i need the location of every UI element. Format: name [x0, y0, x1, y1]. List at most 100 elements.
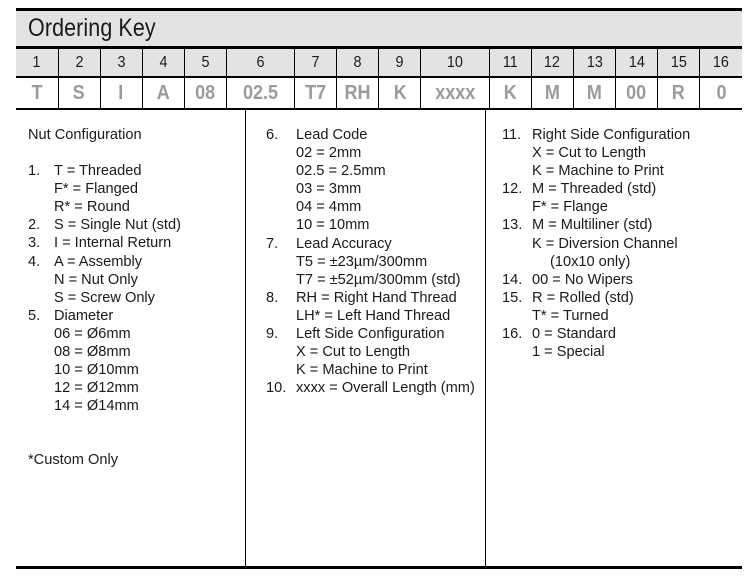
legend-entry-option: X = Cut to Length: [296, 344, 410, 361]
left-column-heading: Nut Configuration: [28, 127, 142, 143]
right-entry-list: 11. Right Side Configuration X = Cut to Le…: [502, 126, 738, 361]
code-value-cell-3: I: [99, 77, 143, 110]
position-cell-16: 16: [699, 49, 742, 78]
legend-entry-number: 7.: [266, 235, 279, 252]
legend-entry: 15. R = Rolled (std): [502, 289, 738, 307]
legend-entry-option: 10 = 10mm: [296, 217, 370, 234]
code-value-cell-12: M: [530, 77, 574, 110]
legend-entry-option: F* = Flanged: [54, 181, 138, 198]
legend-columns: Nut Configuration 1. T = Threaded F* = Fla…: [16, 110, 742, 569]
legend-entry-option: 02 = 2mm: [296, 145, 362, 162]
legend-entry: 5. Diameter: [28, 307, 241, 325]
position-label: 13: [586, 53, 603, 71]
legend-entry-text: Lead Accuracy: [296, 235, 392, 252]
position-cell-6: 6: [225, 49, 296, 78]
legend-entry-number: 15.: [502, 289, 523, 306]
legend-column-left: Nut Configuration 1. T = Threaded F* = Fla…: [16, 110, 245, 566]
position-cell-11: 11: [488, 49, 532, 78]
position-label: 15: [670, 53, 687, 71]
position-cell-9: 9: [378, 49, 422, 78]
position-label: 2: [75, 53, 84, 71]
legend-entry-option: 02.5 = 2.5mm: [296, 163, 386, 180]
middle-entry-list: 6. Lead Code 02 = 2mm 02.5 = 2.5mm 03 = 3mm 0…: [266, 126, 481, 397]
code-value-cell-11: K: [488, 77, 532, 110]
position-label: 12: [544, 53, 561, 71]
position-label: 5: [201, 53, 210, 71]
legend-entry-option: 04 = 4mm: [296, 199, 362, 216]
legend-entry-text: Lead Code: [296, 127, 368, 143]
legend-entry-text: Right Side Configuration: [532, 127, 691, 143]
position-cell-12: 12: [530, 49, 574, 78]
position-cell-3: 3: [99, 49, 143, 78]
position-label: 16: [713, 53, 730, 71]
legend-entry-text: S = Single Nut (std): [54, 217, 181, 234]
legend-entry-option: 06 = Ø6mm: [54, 325, 131, 342]
position-cell-10: 10: [420, 49, 490, 78]
legend-entry-option: R* = Round: [54, 199, 130, 216]
legend-entry-text: 00 = No Wipers: [532, 271, 633, 288]
legend-entry-option: F* = Flange: [532, 199, 608, 216]
code-value: 00: [626, 81, 647, 104]
legend-entry-option: S = Screw Only: [54, 289, 155, 306]
ordering-code-table: 1 2 3 4 5 6 7 8 9 10 11 12 13 14 15 16 T S I A 08 02.5 T7 RH Kx…: [16, 49, 742, 110]
legend-entry-text: M = Threaded (std): [532, 181, 657, 198]
legend-entry-number: 8.: [266, 289, 279, 306]
legend-entry-text: 0 = Standard: [532, 326, 616, 343]
left-entry-list: 1. T = Threaded F* = Flanged R* = Round 2. S …: [28, 162, 241, 415]
code-value-cell-15: R: [657, 77, 701, 110]
legend-entry-option: 08 = Ø8mm: [54, 344, 131, 361]
code-value-cell-10: xxxx: [420, 77, 490, 110]
legend-entry-number: 3.: [28, 235, 41, 252]
position-label: 6: [256, 53, 265, 71]
code-value: A: [156, 81, 170, 104]
position-cell-2: 2: [57, 49, 101, 78]
code-value: S: [73, 81, 86, 104]
code-value-cell-4: A: [141, 77, 185, 110]
legend-entry: 11. Right Side Configuration: [502, 126, 738, 144]
code-value: K: [503, 81, 517, 104]
position-cell-8: 8: [336, 49, 380, 78]
position-cell-5: 5: [183, 49, 227, 78]
legend-column-right: 11. Right Side Configuration X = Cut to Le…: [485, 110, 742, 566]
position-cell-15: 15: [657, 49, 701, 78]
position-label: 3: [117, 53, 126, 71]
legend-entry-text: R = Rolled (std): [532, 289, 634, 306]
legend-entry-text: Diameter: [54, 307, 114, 324]
code-value-cell-8: RH: [336, 77, 380, 110]
code-value-cell-9: K: [378, 77, 422, 110]
legend-entry-number: 16.: [502, 326, 523, 343]
legend-entry-text: T = Threaded: [54, 163, 142, 180]
legend-entry: 1. T = Threaded: [28, 162, 241, 180]
legend-entry-number: 12.: [502, 181, 523, 198]
legend-entry-option: T7 = ±52µm/300mm (std): [296, 271, 461, 288]
code-value-cell-7: T7: [294, 77, 338, 110]
code-value-cell-5: 08: [183, 77, 227, 110]
legend-entry-number: 14.: [502, 271, 523, 288]
position-label: 8: [353, 53, 362, 71]
legend-entry-number: 2.: [28, 217, 41, 234]
legend-entry: 14. 00 = No Wipers: [502, 271, 738, 289]
legend-entry: 12. M = Threaded (std): [502, 180, 738, 198]
code-value: RH: [344, 81, 371, 104]
legend-entry: 3. I = Internal Return: [28, 234, 241, 252]
code-value: 0: [716, 81, 727, 104]
code-value: 02.5: [243, 81, 279, 104]
legend-entry-number: 10.: [266, 380, 287, 397]
legend-entry-text: M = Multiliner (std): [532, 217, 653, 234]
position-label: 1: [32, 53, 41, 71]
legend-entry-number: 1.: [28, 163, 41, 180]
legend-entry-text: Left Side Configuration: [296, 326, 445, 343]
code-value: 08: [195, 81, 216, 104]
legend-entry-option: K = Machine to Print: [296, 362, 428, 379]
example-code-row: T S I A 08 02.5 T7 RH Kxxxx K M M 00 R 0: [16, 77, 742, 110]
legend-entry: 7. Lead Accuracy: [266, 235, 481, 253]
legend-entry-number: 5.: [28, 307, 41, 324]
legend-entry: 4. A = Assembly: [28, 253, 241, 271]
legend-entry-option: K = Diversion Channel: [532, 235, 678, 252]
position-label: 10: [447, 53, 464, 71]
position-label: 11: [502, 53, 518, 71]
legend-entry-text: A = Assembly: [54, 253, 143, 270]
legend-entry-option: 10 = Ø10mm: [54, 362, 139, 379]
legend-entry-option: 12 = Ø12mm: [54, 380, 139, 397]
legend-entry: 8. RH = Right Hand Thread: [266, 289, 481, 307]
